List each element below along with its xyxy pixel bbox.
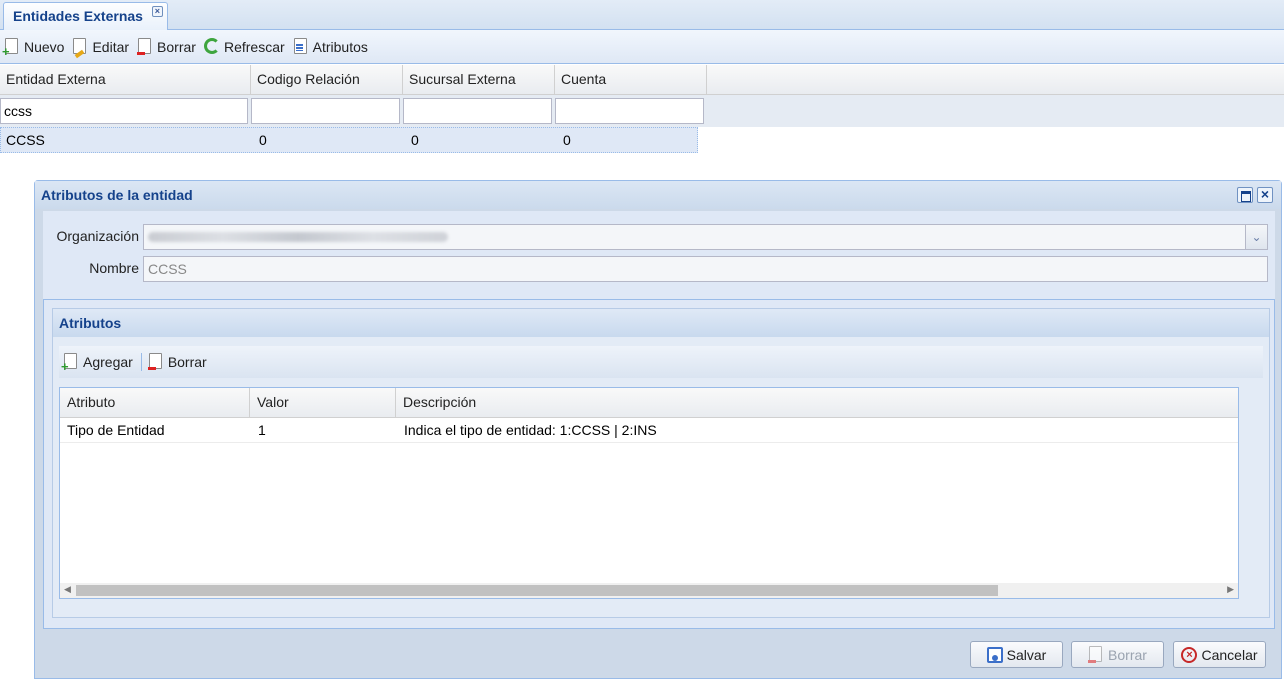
organizacion-label: Organización — [56, 228, 140, 244]
cell-codigo: 0 — [259, 132, 267, 148]
atributos-grid: Atributo Valor Descripción Tipo de Entid… — [59, 387, 1239, 599]
editar-label: Editar — [92, 38, 130, 55]
cancel-icon: × — [1181, 646, 1198, 663]
atributos-button[interactable]: Atributos — [293, 37, 368, 56]
save-icon — [986, 646, 1003, 663]
document-delete-icon — [137, 37, 153, 56]
filter-sucursal-input[interactable] — [403, 98, 552, 124]
nuevo-label: Nuevo — [24, 38, 65, 55]
column-codigo-relacion[interactable]: Codigo Relación — [251, 65, 403, 95]
atributos-grid-header: Atributo Valor Descripción — [60, 388, 1238, 418]
filter-row — [0, 95, 1284, 127]
column-sucursal-externa[interactable]: Sucursal Externa — [403, 65, 555, 95]
document-list-icon — [293, 37, 309, 56]
borrar-label: Borrar — [157, 38, 196, 55]
borrar-footer-button[interactable]: Borrar — [1071, 641, 1164, 668]
atributos-window: Atributos de la entidad × Organización ⌄… — [34, 180, 1282, 679]
tab-strip: Entidades Externas × — [0, 0, 1284, 30]
maximize-icon[interactable] — [1237, 187, 1253, 203]
nombre-field[interactable]: CCSS — [143, 256, 1268, 282]
grid-header: Entidad Externa Codigo Relación Sucursal… — [0, 65, 1284, 95]
window-title: Atributos de la entidad — [41, 187, 193, 203]
column-entidad-externa[interactable]: Entidad Externa — [0, 65, 251, 95]
scroll-right-icon[interactable]: ▶ — [1227, 584, 1234, 595]
borrar-atributo-button[interactable]: Borrar — [147, 353, 207, 371]
document-delete-icon — [147, 353, 164, 371]
document-add-icon: + — [61, 353, 79, 373]
tab-label: Entidades Externas — [13, 8, 143, 24]
table-row[interactable]: Tipo de Entidad 1 Indica el tipo de enti… — [60, 418, 1238, 443]
column-valor[interactable]: Valor — [250, 388, 396, 418]
cell-descripcion: Indica el tipo de entidad: 1:CCSS | 2:IN… — [404, 422, 657, 438]
organizacion-value-blurred — [148, 232, 448, 242]
table-row[interactable]: CCSS 0 0 0 — [0, 127, 698, 153]
salvar-button[interactable]: Salvar — [970, 641, 1063, 668]
editar-button[interactable]: Editar — [72, 37, 130, 58]
horizontal-scrollbar[interactable]: ◀ ▶ — [60, 583, 1238, 598]
chevron-down-icon[interactable]: ⌄ — [1245, 225, 1267, 249]
entity-form: Organización ⌄ Nombre CCSS — [43, 211, 1275, 301]
document-delete-icon — [1088, 645, 1104, 664]
tab-entidades-externas[interactable]: Entidades Externas × — [3, 2, 168, 30]
column-descripcion[interactable]: Descripción — [396, 388, 1238, 418]
cell-entidad: CCSS — [6, 132, 45, 148]
document-edit-icon — [72, 37, 88, 58]
borrar-footer-label: Borrar — [1108, 646, 1147, 663]
cancelar-label: Cancelar — [1201, 646, 1258, 663]
refresh-icon — [203, 37, 220, 56]
borrar-atributo-label: Borrar — [167, 354, 207, 370]
document-add-icon: + — [2, 37, 20, 58]
refrescar-label: Refrescar — [223, 38, 285, 55]
atributos-title: Atributos — [53, 309, 1269, 337]
cell-sucursal: 0 — [411, 132, 419, 148]
tab-close-icon[interactable]: × — [151, 6, 163, 17]
filter-cuenta-input[interactable] — [555, 98, 704, 124]
filter-codigo-input[interactable] — [251, 98, 400, 124]
atributos-label: Atributos — [312, 38, 368, 55]
atributos-panel: Atributos + Agregar Borrar Atributo Valo… — [43, 299, 1275, 629]
atributos-toolbar: + Agregar Borrar — [59, 346, 1263, 378]
filter-entidad-input[interactable] — [0, 98, 248, 124]
cell-valor: 1 — [258, 422, 266, 438]
nombre-label: Nombre — [89, 260, 139, 276]
agregar-label: Agregar — [83, 354, 133, 370]
atributos-section: Atributos + Agregar Borrar Atributo Valo… — [52, 308, 1270, 618]
cancelar-button[interactable]: × Cancelar — [1173, 641, 1266, 668]
main-toolbar: + Nuevo Editar Borrar Refrescar Atributo… — [0, 30, 1284, 64]
organizacion-combo[interactable]: ⌄ — [143, 224, 1268, 250]
toolbar-separator — [140, 353, 142, 371]
agregar-button[interactable]: + Agregar — [61, 353, 133, 373]
salvar-label: Salvar — [1006, 646, 1047, 663]
column-atributo[interactable]: Atributo — [60, 388, 250, 418]
column-cuenta[interactable]: Cuenta — [555, 65, 707, 95]
scroll-left-icon[interactable]: ◀ — [64, 584, 71, 595]
window-titlebar[interactable]: Atributos de la entidad × — [35, 181, 1281, 209]
borrar-button[interactable]: Borrar — [137, 37, 196, 56]
refrescar-button[interactable]: Refrescar — [203, 37, 285, 56]
cell-atributo: Tipo de Entidad — [67, 422, 165, 438]
close-icon[interactable]: × — [1257, 187, 1273, 203]
scrollbar-thumb[interactable] — [76, 585, 998, 596]
nuevo-button[interactable]: + Nuevo — [2, 37, 65, 58]
cell-cuenta: 0 — [563, 132, 571, 148]
